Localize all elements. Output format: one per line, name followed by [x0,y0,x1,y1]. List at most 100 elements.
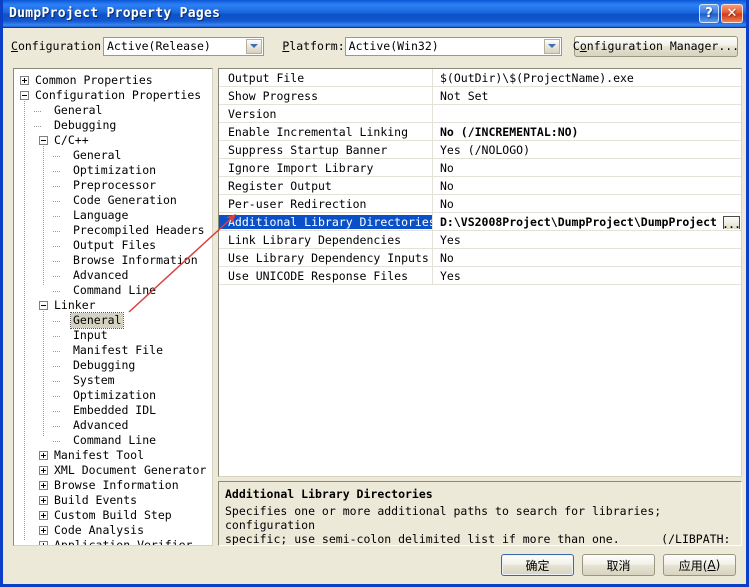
tree-item[interactable]: Application Verifier [14,538,212,546]
tree-item[interactable]: Advanced [14,268,212,283]
property-row[interactable]: Per-user Redirection No [219,195,741,213]
chevron-down-icon[interactable] [246,38,263,54]
tree-item[interactable]: Language [14,208,212,223]
cancel-button[interactable]: 取消 [582,554,655,576]
tree-item[interactable]: Command Line [14,283,212,298]
property-name: Per-user Redirection [228,196,367,211]
property-row[interactable]: Ignore Import Library No [219,159,741,177]
tree-connector [53,201,61,202]
tree-item[interactable]: Precompiled Headers [14,223,212,238]
tree-item[interactable]: C/C++ [14,133,212,148]
tree-connector [53,276,61,277]
property-value-text: No [440,178,454,193]
ok-button[interactable]: 确定 [501,554,574,576]
property-value[interactable]: No (/INCREMENTAL:NO) [433,125,741,139]
property-value[interactable]: $(OutDir)\$(ProjectName).exe [433,71,741,85]
property-row[interactable]: Enable Incremental Linking No (/INCREMENT… [219,123,741,141]
tree-item-label: Optimization [73,388,157,402]
expand-icon[interactable] [39,481,48,490]
tree-item[interactable]: Optimization [14,388,212,403]
tree-item[interactable]: Debugging [14,358,212,373]
chevron-down-icon[interactable] [544,38,560,54]
property-row[interactable]: Link Library Dependencies Yes [219,231,741,249]
tree-item[interactable]: Optimization [14,163,212,178]
property-value[interactable]: Yes [433,269,741,283]
property-name: Ignore Import Library [228,160,374,175]
tree-item-label: Advanced [73,418,129,432]
property-value[interactable]: No [433,161,741,175]
tree-item[interactable]: Input [14,328,212,343]
tree-item[interactable]: Linker [14,298,212,313]
tree-item-label: Code Analysis [54,523,145,537]
expand-icon[interactable] [20,76,29,85]
tree-item[interactable]: Common Properties [14,73,212,88]
tree-item[interactable]: Command Line [14,433,212,448]
property-row[interactable]: Register Output No [219,177,741,195]
property-value[interactable]: Yes (/NOLOGO) [433,143,741,157]
expand-icon[interactable] [39,511,48,520]
platform-select[interactable]: Active(Win32) [344,36,562,56]
configuration-manager-button[interactable]: Configuration Manager... [573,35,739,57]
close-icon[interactable]: ✕ [721,4,743,23]
browse-ellipsis-button[interactable]: ... [722,215,741,229]
tree-item[interactable]: Manifest File [14,343,212,358]
tree-item-label: Debugging [54,118,117,132]
property-grid-panel[interactable]: Output File $(OutDir)\$(ProjectName).exe S… [218,68,742,477]
property-row[interactable]: Use UNICODE Response Files Yes [219,267,741,285]
collapse-icon[interactable] [20,91,29,100]
expand-icon[interactable] [39,466,48,475]
tree-item[interactable]: Browse Information [14,253,212,268]
property-row[interactable]: Use Library Dependency Inputs No [219,249,741,267]
tree-item[interactable]: Custom Build Step [14,508,212,523]
expand-icon[interactable] [39,526,48,535]
property-value[interactable]: D:\VS2008Project\DumpProject\DumpProject… [433,215,741,229]
tree-item-label: Common Properties [35,73,153,87]
tree-item[interactable]: XML Document Generator [14,463,212,478]
property-value[interactable]: No [433,197,741,211]
property-value[interactable]: Yes [433,233,741,247]
dialog-buttons: 确定 取消 应用(A) [501,554,736,576]
property-row[interactable]: Version [219,105,741,123]
tree-connector [53,351,61,352]
tree-item-label: System [73,373,115,387]
property-row[interactable]: Output File $(OutDir)\$(ProjectName).exe [219,69,741,87]
tree-item[interactable]: General [14,103,212,118]
tree-item[interactable]: System [14,373,212,388]
tree-item[interactable]: Configuration Properties [14,88,212,103]
apply-button[interactable]: 应用(A) [663,554,736,576]
tree-connector [34,111,42,112]
tree-item[interactable]: Manifest Tool [14,448,212,463]
property-value[interactable]: No [433,251,741,265]
property-name: Output File [228,70,305,85]
tree-item[interactable]: Preprocessor [14,178,212,193]
tree-item-label: Embedded IDL [73,403,157,417]
tree-item[interactable]: Debugging [14,118,212,133]
help-icon[interactable]: ? [699,4,719,23]
property-tree-panel[interactable]: Common Properties Configuration Propertie… [13,68,213,546]
expand-icon[interactable] [39,451,48,460]
tree-item[interactable]: Browse Information [14,478,212,493]
tree-item-label: Application Verifier [54,538,193,546]
expand-icon[interactable] [39,541,48,545]
collapse-icon[interactable] [39,301,48,310]
tree-item[interactable]: Advanced [14,418,212,433]
collapse-icon[interactable] [39,136,48,145]
tree-item[interactable]: General [14,148,212,163]
configuration-select[interactable]: Active(Release) [103,36,265,56]
property-row[interactable]: Suppress Startup Banner Yes (/NOLOGO) [219,141,741,159]
property-row[interactable]: Show Progress Not Set [219,87,741,105]
tree-item[interactable]: General [14,312,212,329]
title-bar: DumpProject Property Pages ? ✕ [3,0,746,28]
property-value-text: No [440,160,454,175]
property-value[interactable]: Not Set [433,89,741,103]
tree-connector [53,381,61,382]
platform-label: Platform: [282,39,344,53]
tree-item[interactable]: Code Analysis [14,523,212,538]
tree-item[interactable]: Output Files [14,238,212,253]
property-value[interactable]: No [433,179,741,193]
tree-item[interactable]: Build Events [14,493,212,508]
tree-item[interactable]: Embedded IDL [14,403,212,418]
tree-item[interactable]: Code Generation [14,193,212,208]
expand-icon[interactable] [39,496,48,505]
property-row[interactable]: Additional Library Directories D:\VS2008P… [219,213,741,231]
